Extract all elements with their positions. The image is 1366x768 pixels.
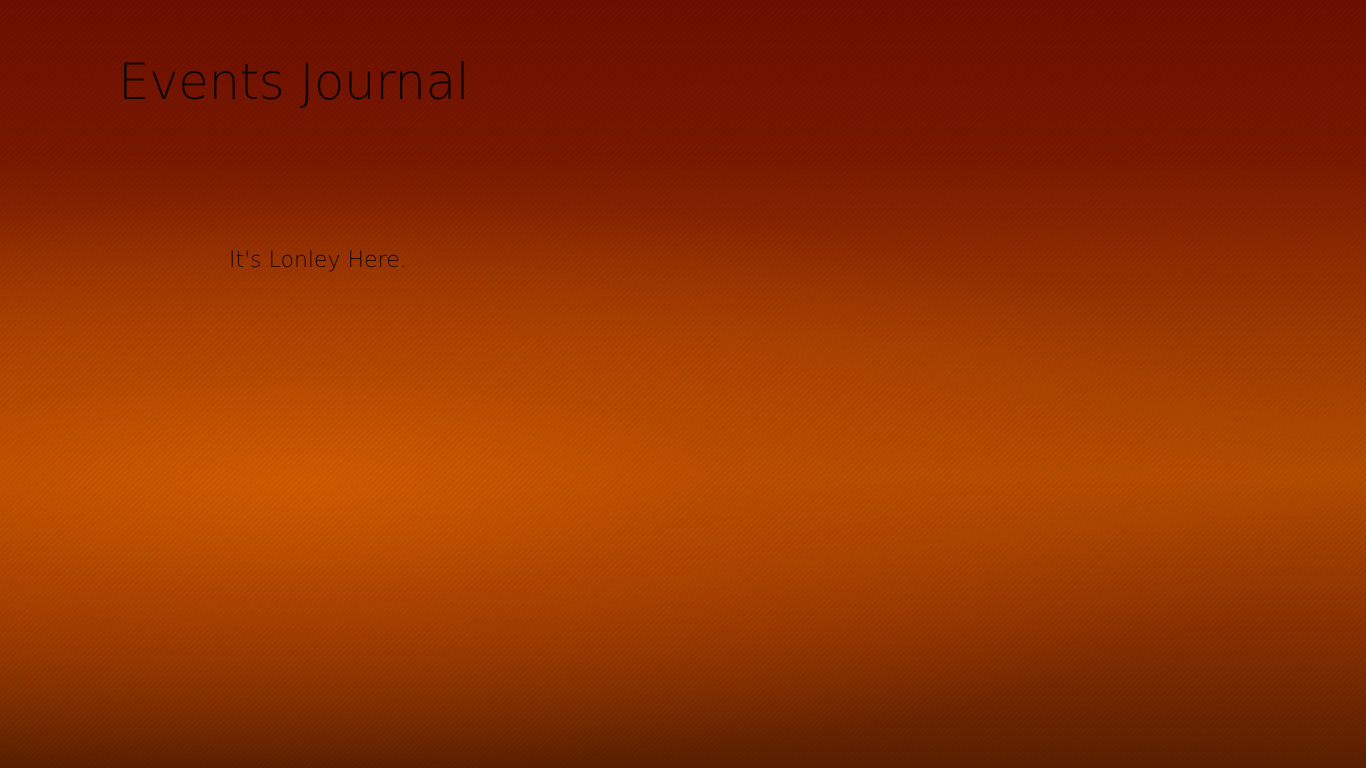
empty-state-message: It's Lonley Here. [229,248,407,273]
app-window: Events Journal It's Lonley Here. [0,0,1366,768]
page-title: Events Journal [118,53,470,111]
